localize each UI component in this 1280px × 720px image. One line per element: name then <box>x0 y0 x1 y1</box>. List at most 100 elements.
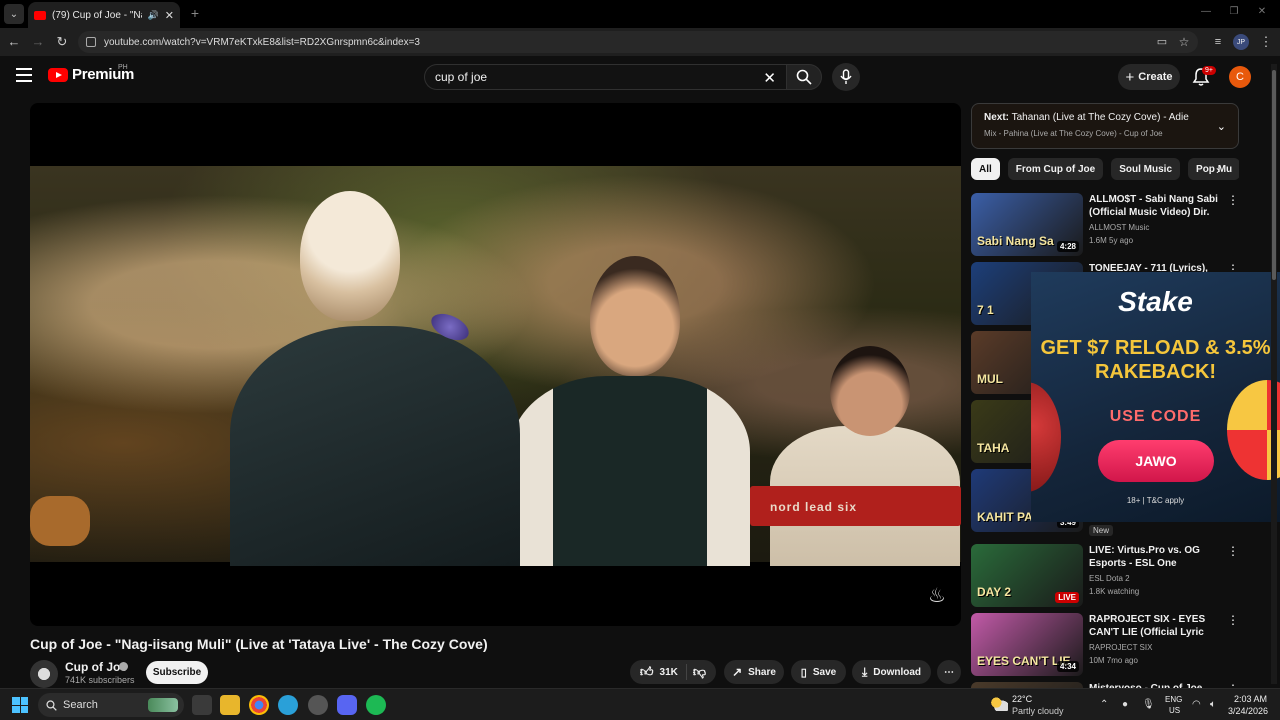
maximize-button[interactable]: ❐ <box>1224 6 1244 22</box>
account-avatar[interactable]: C <box>1229 66 1251 88</box>
recommendation-thumbnail[interactable]: Sabi Nang Sa 4:28 <box>971 193 1083 256</box>
speaker-icon[interactable]: 🔊 <box>148 10 159 21</box>
clock-date[interactable]: 3/24/2026 <box>1228 706 1268 716</box>
language-indicator[interactable]: ENG <box>1165 695 1182 704</box>
new-tab-button[interactable]: + <box>188 6 202 20</box>
ad-terms: 18+ | T&C apply <box>1126 496 1185 505</box>
recommendation-item[interactable]: DAY 2 LIVE LIVE: Virtus.Pro vs. OG Esports… <box>971 544 1241 608</box>
browser-menu-icon[interactable]: ⋮ <box>1258 34 1274 50</box>
minimize-button[interactable]: — <box>1196 6 1216 22</box>
plus-icon: + <box>1125 68 1135 86</box>
ad-code-button[interactable]: JAWO <box>1098 440 1214 482</box>
recommendation-item[interactable]: Sabi Nang Sa 4:28 ALLMO$T - Sabi Nang Sabi… <box>971 193 1241 257</box>
second-singer-figure <box>510 376 750 566</box>
keyboardist-head <box>830 346 910 436</box>
taskbar-search[interactable]: Search <box>38 693 184 717</box>
video-title: Cup of Joe - "Nag-iisang Muli" (Live at … <box>30 636 488 652</box>
hamburger-menu-icon[interactable] <box>16 68 32 82</box>
url-field[interactable]: youtube.com/watch?v=VRM7eKTxkE8&list=RD2… <box>78 31 1198 53</box>
save-label: Save <box>812 666 837 678</box>
telegram-icon[interactable] <box>278 695 298 715</box>
video-frame[interactable]: nord lead six <box>30 166 961 566</box>
chip-soul-music[interactable]: Soul Music <box>1111 158 1181 180</box>
tray-mic-icon[interactable]: 🎙︎ <box>1142 699 1155 710</box>
chip-from-channel[interactable]: From Cup of Joe <box>1007 158 1104 180</box>
forward-icon[interactable]: → <box>30 34 46 50</box>
youtube-play-icon <box>48 67 68 82</box>
search-button[interactable] <box>786 64 822 90</box>
reading-list-icon[interactable]: ≡ <box>1210 34 1226 50</box>
voice-search-button[interactable] <box>832 63 860 91</box>
mix-name: Mix - Pahina (Live at The Cozy Cove) - C… <box>984 129 1163 138</box>
channel-watermark-icon[interactable]: ♨ <box>928 583 948 611</box>
search-input[interactable]: cup of joe ✕ <box>424 64 786 90</box>
second-singer-head <box>590 256 680 376</box>
task-view-icon[interactable] <box>192 695 212 715</box>
like-count: 31K <box>659 666 678 678</box>
file-explorer-icon[interactable] <box>220 695 240 715</box>
close-window-button[interactable]: ✕ <box>1252 6 1272 22</box>
next-label: Next: <box>984 112 1010 123</box>
recommendation-title: RAPROJECT SIX - EYES CAN'T LIE (Official… <box>1089 614 1206 638</box>
keyboard-layout-indicator[interactable]: US <box>1169 706 1180 715</box>
subscribe-button[interactable]: Subscribe <box>146 661 208 684</box>
tab-title: (79) Cup of Joe - "Nag-iisan <box>52 9 142 21</box>
create-button[interactable]: + Create <box>1118 64 1180 90</box>
chevron-right-icon[interactable]: › <box>1216 163 1220 177</box>
video-player[interactable]: nord lead six ♨ <box>30 103 961 626</box>
download-button[interactable]: ⤓ Download <box>852 660 931 684</box>
clock-time[interactable]: 2:03 AM <box>1234 694 1267 704</box>
recommendation-meta: 10M 7mo ago <box>1089 656 1138 665</box>
chip-pop-music[interactable]: Pop Mu <box>1188 158 1239 180</box>
like-button[interactable]: 👍︎ 31K <box>640 664 687 680</box>
back-icon[interactable]: ← <box>6 34 22 50</box>
reload-icon[interactable]: ↻ <box>54 34 70 50</box>
share-label: Share <box>748 666 776 678</box>
wifi-icon[interactable]: ◠ <box>1192 699 1201 710</box>
recommendation-thumbnail[interactable]: EYES CAN'T LIE 4:34 <box>971 613 1083 676</box>
recommendation-title: LIVE: Virtus.Pro vs. OG Esports - ESL On… <box>1089 545 1200 569</box>
next-up-line: Next: Tahanan (Live at The Cozy Cove) - … <box>984 112 1226 123</box>
volume-icon[interactable]: 🔈︎ <box>1210 699 1216 710</box>
dislike-button[interactable]: 👎︎ <box>693 664 706 680</box>
chrome-icon[interactable] <box>249 695 269 715</box>
chevron-down-icon[interactable]: ⌄ <box>1217 120 1226 133</box>
tray-app-icon[interactable]: ● <box>1122 699 1128 710</box>
keyboard-brand-text: nord lead six <box>770 500 858 514</box>
recommendation-thumbnail[interactable]: DAY 2 LIVE <box>971 544 1083 607</box>
recommendation-item[interactable]: EYES CAN'T LIE 4:34 RAPROJECT SIX - EYES C… <box>971 613 1241 677</box>
microphone-icon <box>840 69 852 84</box>
weather-icon[interactable] <box>990 697 1008 711</box>
site-info-icon[interactable] <box>86 37 96 47</box>
windows-start-icon[interactable] <box>12 697 28 713</box>
filter-chips: All From Cup of Joe Soul Music Pop Mu <box>971 158 1239 180</box>
tab-search-button[interactable]: ⌄ <box>4 4 24 24</box>
spotify-icon[interactable] <box>366 695 386 715</box>
tray-overflow-chevron-icon[interactable]: ⌃ <box>1100 699 1108 710</box>
discord-icon[interactable] <box>337 695 357 715</box>
clear-search-icon[interactable]: ✕ <box>763 69 776 87</box>
channel-avatar[interactable] <box>30 660 58 688</box>
ad-ball-graphic <box>1031 382 1061 492</box>
more-actions-button[interactable]: ⋯ <box>937 660 961 684</box>
download-label: Download <box>873 666 922 678</box>
chip-all[interactable]: All <box>971 158 1000 180</box>
ad-banner[interactable]: Stake GET $7 RELOAD & 3.5% RAKEBACK! USE… <box>1031 272 1280 522</box>
cast-icon[interactable]: ▭ <box>1154 34 1170 50</box>
share-button[interactable]: ↗ Share <box>724 660 784 684</box>
steam-icon[interactable] <box>308 695 328 715</box>
new-badge: New <box>1089 525 1114 536</box>
more-vertical-icon[interactable]: ⋮ <box>1227 544 1239 558</box>
save-button[interactable]: ▯ Save <box>791 660 846 684</box>
temperature: 22°C <box>1012 694 1033 704</box>
active-browser-tab[interactable]: (79) Cup of Joe - "Nag-iisan 🔊 ✕ <box>28 2 180 28</box>
profile-avatar[interactable]: JP <box>1233 34 1249 50</box>
more-vertical-icon[interactable]: ⋮ <box>1227 613 1239 627</box>
tab-close-icon[interactable]: ✕ <box>165 9 174 22</box>
scrollbar-thumb[interactable] <box>1272 70 1276 280</box>
taskbar-search-label: Search <box>63 699 98 711</box>
bookmark-star-icon[interactable]: ☆ <box>1176 34 1192 50</box>
up-next-panel[interactable]: Next: Tahanan (Live at The Cozy Cove) - … <box>971 103 1239 149</box>
more-vertical-icon[interactable]: ⋮ <box>1227 193 1239 207</box>
channel-name[interactable]: Cup of Joe <box>65 660 127 674</box>
